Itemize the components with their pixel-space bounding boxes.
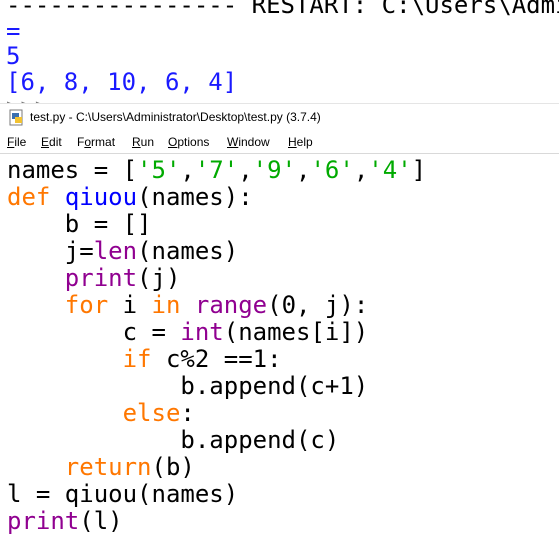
code-line-2: def qiuou(names):	[7, 184, 253, 211]
menu-format-key: o	[84, 135, 92, 149]
code-token: ,	[180, 156, 195, 184]
code-line-3: b = []	[7, 210, 152, 238]
code-string: '4'	[368, 156, 412, 184]
menu-window[interactable]: Window	[227, 135, 270, 149]
code-line-12: return(b)	[7, 454, 195, 481]
code-line-7: c = int(names[i])	[7, 318, 369, 346]
shell-output-area: ---------------- RESTART: C:\Users\Admin…	[0, 0, 559, 103]
window-title: test.py - C:\Users\Administrator\Desktop…	[30, 110, 321, 124]
code-token: :	[180, 399, 195, 427]
menu-run[interactable]: Run	[132, 135, 154, 149]
menu-help-key: H	[288, 135, 297, 149]
menu-window-key: W	[227, 135, 239, 149]
menu-options[interactable]: Options	[168, 135, 209, 149]
editor-title-bar[interactable]: test.py - C:\Users\Administrator\Desktop…	[0, 103, 559, 132]
code-string: '5'	[137, 156, 181, 184]
output-line-1: 5	[6, 42, 21, 70]
code-token: c =	[7, 318, 181, 346]
code-token: (j)	[137, 264, 181, 292]
code-keyword: def	[7, 183, 51, 211]
code-string: '9'	[252, 156, 297, 184]
code-line-6: for i in range(0, j):	[7, 292, 368, 319]
code-token: j=	[7, 237, 94, 265]
code-token: (names)	[137, 237, 239, 265]
code-token: (names):	[137, 183, 253, 211]
output-line-2: [6, 8, 10, 6, 4]	[6, 68, 238, 96]
code-token: ,	[238, 156, 253, 184]
code-editor[interactable]: names = ['5','7','9','6','4'] def qiuou(…	[0, 154, 559, 539]
code-token: ,	[353, 156, 369, 184]
code-line-9: b.append(c+1)	[7, 372, 369, 400]
code-token: (b)	[151, 453, 195, 481]
code-keyword: in	[151, 291, 181, 319]
code-token: ]	[411, 156, 427, 184]
menu-help[interactable]: Help	[288, 135, 313, 149]
code-builtin: print	[64, 264, 138, 292]
code-token: c%2 ==1:	[151, 345, 282, 373]
menu-run-key: R	[132, 135, 141, 149]
code-line-1: names = ['5','7','9','6','4']	[7, 157, 426, 184]
code-builtin: len	[93, 237, 138, 265]
code-token: (l)	[79, 507, 123, 535]
shell-prompt[interactable]: >>>	[6, 93, 64, 103]
code-string: '7'	[194, 156, 239, 184]
menu-edit-key: E	[41, 135, 50, 149]
code-line-14: print(l)	[7, 508, 123, 535]
code-keyword: for	[64, 291, 109, 319]
restart-line: ---------------- RESTART: C:\Users\Admin…	[6, 0, 559, 19]
python-file-icon	[9, 109, 23, 126]
code-line-13: l = qiuou(names)	[7, 480, 239, 508]
code-line-5: print(j)	[7, 264, 181, 292]
code-line-8: if c%2 ==1:	[7, 346, 282, 373]
code-token: (0, j):	[267, 291, 369, 319]
menu-file[interactable]: File	[7, 135, 26, 149]
menu-file-key: F	[7, 135, 15, 149]
code-token: names = [	[7, 156, 138, 184]
code-keyword: if	[122, 345, 152, 373]
code-builtin: range	[194, 291, 268, 319]
menu-format[interactable]: Format	[77, 135, 115, 149]
code-string: '6'	[310, 156, 354, 184]
code-keyword: return	[64, 453, 152, 481]
code-token: (names[i])	[223, 318, 369, 346]
code-line-4: j=len(names)	[7, 238, 238, 265]
menu-edit[interactable]: Edit	[41, 135, 62, 149]
menu-bar: File Edit Format Run Options Window Help	[0, 131, 559, 154]
menu-options-key: O	[168, 135, 178, 149]
code-token: i	[108, 291, 152, 319]
code-builtin: int	[180, 318, 224, 346]
code-builtin: print	[7, 507, 80, 535]
equals-line: =	[6, 17, 21, 45]
code-token: ,	[296, 156, 311, 184]
code-keyword: else	[122, 399, 181, 427]
code-def-name: qiuou	[64, 183, 138, 211]
code-line-11: b.append(c)	[7, 426, 340, 454]
code-line-10: else:	[7, 400, 195, 427]
